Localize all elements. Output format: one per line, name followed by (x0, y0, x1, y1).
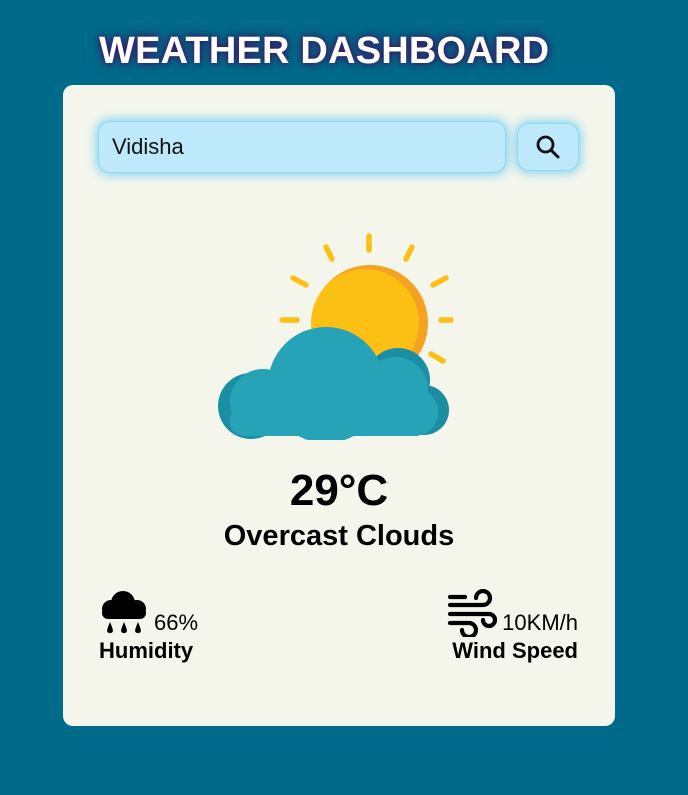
wind-detail: 10KM/h Wind Speed (447, 589, 578, 664)
temperature: 29°C (289, 466, 389, 515)
partly-cloudy-icon (218, 233, 453, 440)
app-title: WEATHER DASHBOARD (99, 30, 550, 72)
humidity-value: 66% (154, 610, 199, 635)
wind-speed-label: Wind Speed (452, 638, 578, 663)
humidity-label: Humidity (99, 638, 194, 663)
wind-speed-value: 10KM/h (502, 610, 578, 635)
humidity-detail: 66% Humidity (99, 589, 198, 664)
weather-description: Overcast Clouds (223, 520, 455, 552)
search-button[interactable] (517, 123, 579, 171)
wind-icon (448, 589, 498, 637)
search-icon (536, 135, 560, 159)
weather-card: 29°C Overcast Clouds 66% Humidity (63, 85, 615, 726)
city-search-input[interactable] (98, 121, 506, 173)
rain-cloud-icon (102, 591, 146, 634)
